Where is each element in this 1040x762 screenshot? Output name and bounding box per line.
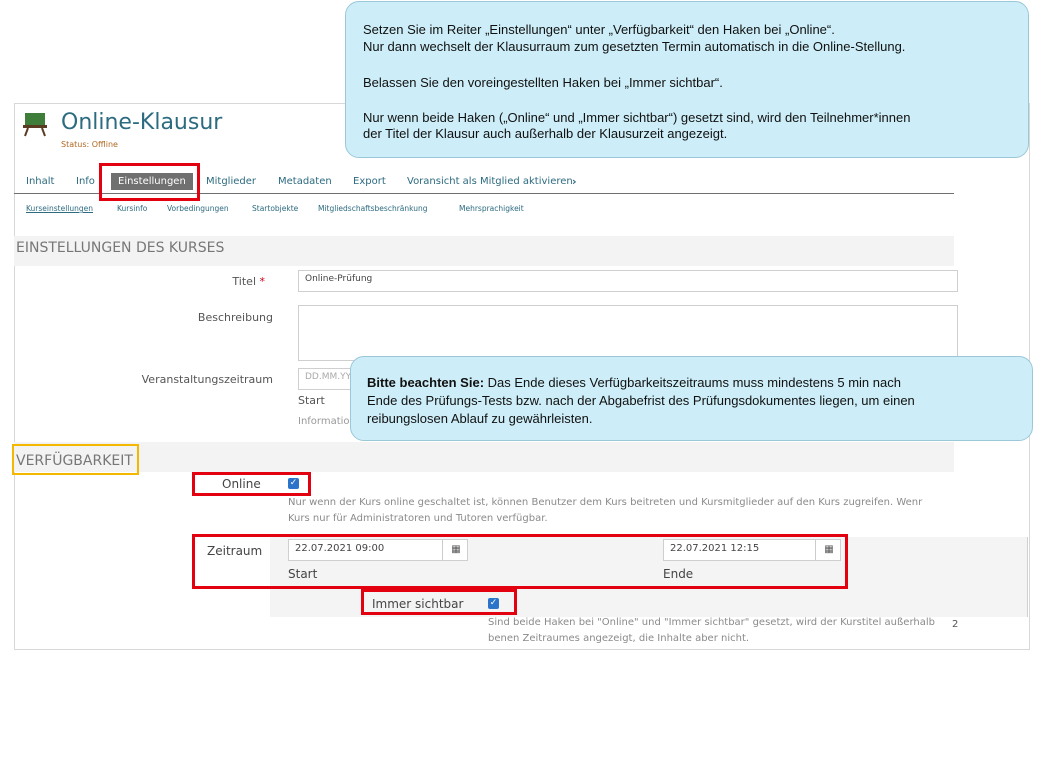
description-label: Beschreibung (197, 311, 273, 324)
tab-inhalt[interactable]: Inhalt (26, 176, 54, 187)
course-icon (22, 111, 48, 137)
period-highlight (192, 534, 848, 589)
subtab-startobjekte[interactable]: Startobjekte (252, 204, 298, 213)
availability-heading-band (14, 442, 954, 472)
period-start-label: Start (298, 394, 325, 407)
status-label: Status: Offline (61, 140, 118, 149)
callout-mid-line3: reibungslosen Ablauf zu gewährleisten. (367, 411, 593, 426)
availability-heading-highlight (12, 444, 139, 475)
required-mark: * (259, 275, 266, 288)
online-help-line2: Kurs nur für Administratoren und Tutoren… (288, 513, 548, 524)
online-help-line1: Nur wenn der Kurs online geschaltet ist,… (288, 497, 923, 508)
callout-top: Setzen Sie im Reiter „Einstellungen“ unt… (345, 1, 1029, 158)
period-frame-line (1027, 537, 1028, 617)
always-visible-highlight (361, 589, 517, 615)
period-label: Veranstaltungszeitraum (141, 373, 273, 386)
callout-mid-bold: Bitte beachten Sie: (367, 375, 485, 390)
title-label: Titel * (232, 275, 266, 288)
callout-top-line3: Belassen Sie den voreingestellten Haken … (363, 75, 723, 90)
settings-tab-highlight (99, 163, 200, 201)
tab-mitglieder[interactable]: Mitglieder (206, 176, 256, 187)
visible-help-line2: benen Zeitraumes angezeigt, die Inhalte … (488, 633, 750, 644)
visible-help-line1: Sind beide Haken bei "Online" und "Immer… (488, 617, 935, 628)
callout-top-line2: Nur dann wechselt der Klausurraum zum ge… (363, 39, 906, 54)
subtab-kursinfo[interactable]: Kursinfo (117, 204, 147, 213)
page-number: 2 (952, 619, 959, 630)
chevron-right-icon: › (572, 175, 577, 188)
callout-top-line5: der Titel der Klausur auch außerhalb der… (363, 126, 728, 141)
subtab-mitgliedschaft[interactable]: Mitgliedschaftsbeschränkung (318, 204, 428, 213)
page-title: Online-Klausur (61, 110, 223, 135)
subtab-kurseinstellungen[interactable]: Kurseinstellungen (26, 204, 93, 213)
subtab-mehrsprachigkeit[interactable]: Mehrsprachigkeit (459, 204, 524, 213)
tab-info[interactable]: Info (76, 176, 95, 187)
period-start-input[interactable]: DD.MM.YY (298, 368, 358, 390)
course-settings-heading: EINSTELLUNGEN DES KURSES (16, 240, 225, 256)
description-textarea[interactable] (298, 305, 958, 361)
tab-export[interactable]: Export (353, 176, 386, 187)
callout-mid-line2: Ende des Prüfungs-Tests bzw. nach der Ab… (367, 393, 915, 408)
callout-top-line1: Setzen Sie im Reiter „Einstellungen“ unt… (363, 22, 835, 37)
callout-mid-text1: Das Ende dieses Verfügbarkeitszeitraums … (484, 375, 901, 390)
callout-mid: Bitte beachten Sie: Das Ende dieses Verf… (350, 356, 1033, 441)
online-highlight (192, 472, 311, 496)
title-input[interactable]: Online-Prüfung (298, 270, 958, 292)
subtab-vorbedingungen[interactable]: Vorbedingungen (167, 204, 229, 213)
callout-top-line4: Nur wenn beide Haken („Online“ und „Imme… (363, 110, 911, 125)
tab-metadaten[interactable]: Metadaten (278, 176, 332, 187)
tab-preview-member[interactable]: Voransicht als Mitglied aktivieren (407, 176, 573, 187)
period-info-text: Information (298, 416, 356, 427)
callout-mid-line1: Bitte beachten Sie: Das Ende dieses Verf… (367, 375, 901, 391)
